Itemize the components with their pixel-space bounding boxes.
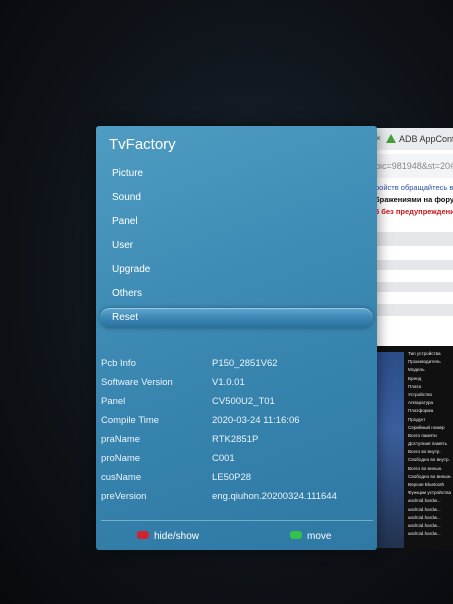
info-value: C001	[212, 453, 235, 464]
page-divider	[372, 282, 453, 292]
info-value: P150_2851V62	[212, 358, 278, 369]
info-row-cus-name: cusName LE50P28	[96, 470, 377, 486]
tv-screen: × ADB AppControl pic=981948&st=20# ройст…	[0, 0, 453, 604]
info-key: Compile Time	[101, 415, 160, 426]
info-row-panel: Panel CV500U2_T01	[96, 394, 377, 410]
spec-item: Бренд	[408, 375, 422, 381]
info-key: Panel	[101, 396, 126, 407]
spec-item: Всего памяти	[408, 432, 437, 438]
info-key: Pcb Info	[101, 358, 136, 369]
green-key-icon	[290, 531, 302, 540]
move-label: move	[307, 531, 332, 542]
menu-item-others[interactable]: Others	[100, 284, 373, 304]
spec-item: Серийный номер	[408, 424, 445, 430]
info-value: V1.0.01	[212, 377, 245, 388]
page-divider	[372, 304, 453, 316]
footer-divider	[101, 520, 373, 521]
spec-item: Свободно во внутр.	[408, 457, 450, 463]
spec-item: Доступная память	[408, 441, 447, 447]
hide-show-hint[interactable]: hide/show	[137, 530, 199, 544]
spec-item: Функции устройства	[408, 490, 452, 496]
browser-tab-title: ADB AppControl	[399, 134, 453, 144]
browser-tab[interactable]: × ADB AppControl	[372, 128, 453, 150]
info-row-pre-version: preVersion eng.qiuhon.20200324.111644	[96, 489, 377, 505]
spec-item: Всего во внешн.	[408, 465, 443, 471]
info-value: RTK2851P	[212, 434, 259, 445]
spec-item: Версия Bluetooth	[408, 482, 445, 487]
menu-item-reset[interactable]: Reset	[100, 308, 373, 328]
app-logo-icon	[386, 134, 396, 143]
spec-item: android.hardw...	[408, 506, 441, 512]
move-hint[interactable]: move	[290, 530, 331, 544]
page-text-line[interactable]: бражениями на форум	[372, 194, 453, 206]
spec-item: Производитель	[408, 359, 441, 365]
info-row-compile-time: Compile Time 2020-03-24 11:16:06	[96, 413, 377, 429]
info-value: LE50P28	[212, 472, 252, 483]
spec-item: Модель	[408, 367, 425, 373]
menu-item-panel[interactable]: Panel	[100, 212, 373, 232]
info-row-pro-name: proName C001	[96, 451, 377, 467]
screenshot-left-pane	[374, 352, 404, 548]
info-key: Software Version	[101, 377, 173, 388]
browser-address-bar[interactable]: pic=981948&st=20#	[372, 154, 453, 178]
page-text-line: 5 без предупреждения	[375, 207, 453, 216]
info-value: 2020-03-24 11:16:06	[212, 415, 300, 426]
spec-item: Всего во внутр.	[408, 449, 441, 455]
page-divider	[372, 260, 453, 270]
spec-item: android.hardw...	[408, 498, 441, 504]
device-spec-list: Тип устройства Производитель Модель Брен…	[408, 350, 453, 538]
info-key: preVersion	[101, 491, 147, 502]
menu-item-sound[interactable]: Sound	[100, 188, 373, 208]
menu-item-picture[interactable]: Picture	[100, 164, 373, 184]
spec-item: Аппаратура	[408, 400, 434, 406]
tvfactory-menu-panel: TvFactory Picture Sound Panel User Upgra…	[96, 126, 377, 550]
browser-page-content: ройств обращайтесь в бражениями на форум…	[372, 182, 453, 218]
panel-title: TvFactory	[109, 136, 176, 153]
spec-item: Платформа	[408, 408, 434, 414]
spec-item: android.hardw...	[408, 522, 441, 528]
device-info-screenshot: Тип устройства Производитель Модель Брен…	[372, 346, 453, 550]
info-value: CV500U2_T01	[212, 396, 275, 407]
menu-item-upgrade[interactable]: Upgrade	[100, 260, 373, 280]
info-row-pra-name: praName RTK2851P	[96, 432, 377, 448]
spec-item: Тип устройства	[408, 351, 441, 356]
info-key: cusName	[101, 472, 142, 483]
spec-item: Плата	[408, 383, 422, 389]
info-key: praName	[101, 434, 141, 445]
background-browser-window: × ADB AppControl pic=981948&st=20# ройст…	[372, 128, 453, 550]
spec-item: Продукт	[408, 416, 426, 422]
info-value: eng.qiuhon.20200324.111644	[212, 491, 337, 502]
spec-item: Устройство	[408, 391, 433, 397]
info-row-software-version: Software Version V1.0.01	[96, 375, 377, 391]
spec-item: Свободно во внешн.	[408, 473, 452, 479]
hide-show-label: hide/show	[154, 531, 200, 542]
menu-item-user[interactable]: User	[100, 236, 373, 256]
spec-item: android.hardw...	[408, 531, 441, 537]
info-key: proName	[101, 453, 141, 464]
red-key-icon	[137, 531, 149, 540]
page-text-line: ройств обращайтесь в	[375, 183, 453, 192]
page-divider	[372, 232, 453, 246]
spec-item: android.hardw...	[408, 514, 441, 520]
info-row-pcb: Pcb Info P150_2851V62	[96, 356, 377, 372]
